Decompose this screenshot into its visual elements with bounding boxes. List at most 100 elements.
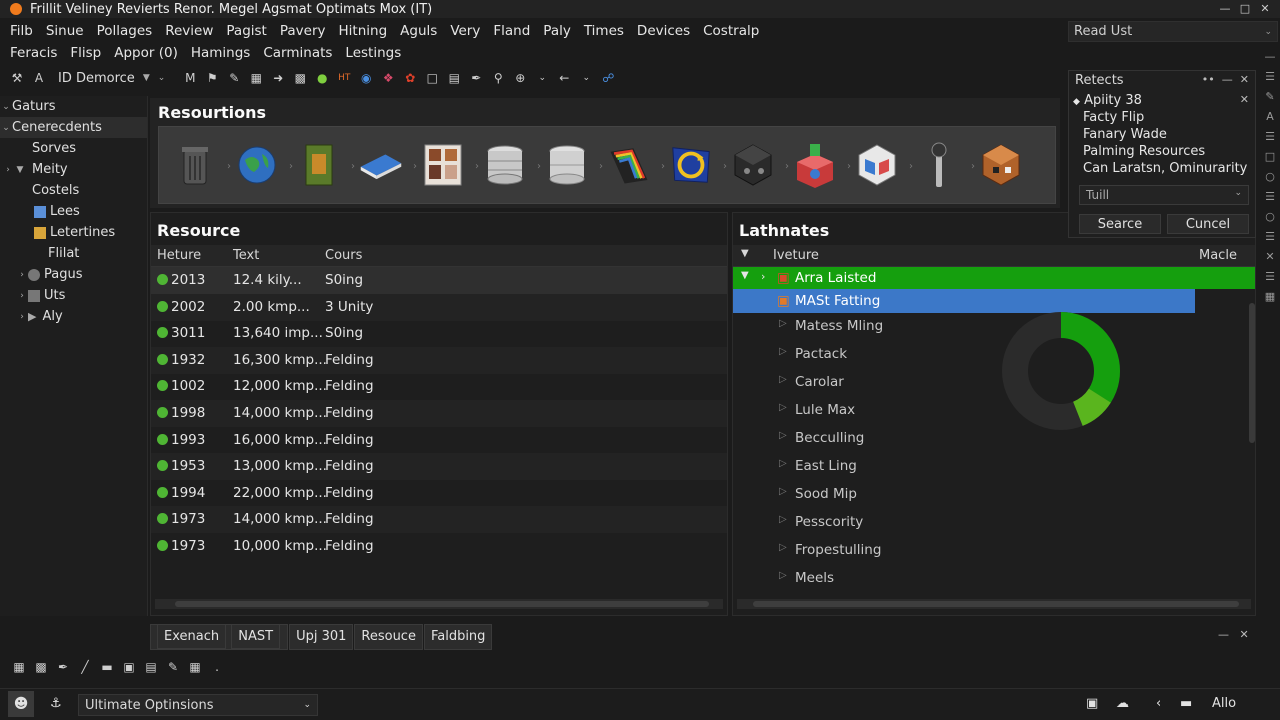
table-row[interactable]: 1932 16,300 kmp... Felding [151,346,727,374]
badge-icon[interactable]: HT [335,69,353,87]
menu-item[interactable]: Feracis [10,45,57,61]
list-icon[interactable]: ☰ [1265,126,1275,146]
tab-exenach[interactable]: Exenach NAST [150,624,289,650]
sidebar-item-letertines[interactable]: Letertines [0,222,147,243]
sidebar-item-meity[interactable]: › ▼ Meity [0,159,147,180]
menu-item[interactable]: Lestings [345,45,401,61]
rectangle-icon[interactable]: ▬ [98,658,116,676]
leaf-icon[interactable]: ✿ [401,69,419,87]
table-icon[interactable]: ▦ [186,658,204,676]
crate-resource-icon[interactable] [979,141,1023,189]
sidebar-item-pagus[interactable]: › Pagus [0,264,147,285]
grid-icon[interactable]: ▦ [247,69,265,87]
chevron-right-icon[interactable]: › [16,312,28,322]
minimize-icon[interactable]: — [1222,73,1233,86]
tree-row[interactable]: ▷ Meels [733,565,1255,592]
status-right-label[interactable]: Allo [1212,696,1236,711]
tree-row[interactable]: ▼ › ▣ Arra Laisted [733,267,1255,289]
menu-item[interactable]: Pavery [280,23,326,39]
table-row[interactable]: 1973 14,000 kmp... Felding [151,506,727,534]
share-icon[interactable]: ‹ [1156,696,1161,711]
search-icon[interactable]: ⚲ [489,69,507,87]
sidebar-item-costels[interactable]: Costels [0,180,147,201]
column-header-cours[interactable]: Cours [325,248,362,263]
cancel-button[interactable]: Cuncel [1167,214,1249,234]
zoom-icon[interactable]: ⊕ [511,69,529,87]
photo-grid-resource-icon[interactable]: › [421,141,479,189]
options-select[interactable]: Ultimate Optinsions ⌄ [78,694,318,716]
minimize-icon[interactable]: — [1216,0,1234,16]
lock-icon[interactable]: ▤ [142,658,160,676]
menu-item[interactable]: Hamings [191,45,250,61]
menu-item[interactable]: Pollages [97,23,153,39]
colorful-box-resource-icon[interactable]: › [793,141,851,189]
table-row[interactable]: 1002 12,000 kmp... Felding [151,373,727,400]
line-icon[interactable]: ╱ [76,658,94,676]
cloud-icon[interactable]: ☁ [1116,696,1129,711]
dialog-item[interactable]: Can Laratsn, Ominurarity [1083,161,1247,176]
minimize-icon[interactable]: — [1218,628,1229,641]
menu-item[interactable]: Pagist [226,23,266,39]
stop-icon[interactable]: □ [1265,146,1275,166]
grid-icon[interactable]: ▦ [1265,286,1275,306]
scrollbar-thumb[interactable] [753,601,1239,607]
maximize-icon[interactable]: □ [1236,0,1254,16]
book-resource-icon[interactable]: › [297,141,355,189]
table-row[interactable]: 1993 16,000 kmp... Felding [151,427,727,454]
table-row[interactable]: 1953 13,000 kmp... Felding [151,453,727,481]
database-resource-icon[interactable]: › [545,141,603,189]
globe-icon[interactable]: ◉ [357,69,375,87]
tab-upj-301[interactable]: Upj 301 [289,624,354,650]
page-icon[interactable]: ▤ [445,69,463,87]
menu-item[interactable]: Costralp [703,23,759,39]
menu-item[interactable]: Filb [10,23,33,39]
close-icon[interactable]: ✕ [1256,0,1274,16]
rainbow-resource-icon[interactable]: › [607,141,665,189]
chevron-right-icon[interactable]: › [16,291,28,301]
menu-item[interactable]: Times [584,23,624,39]
column-header-text[interactable]: Text [233,248,259,263]
sidebar-item-sorves[interactable]: Sorves [0,138,147,159]
edit-icon[interactable]: ✎ [225,69,243,87]
back-arrow-icon[interactable]: ← [555,69,573,87]
circle-icon[interactable]: ○ [1265,166,1275,186]
dot-icon[interactable]: . [208,658,226,676]
horizontal-scrollbar[interactable] [737,599,1251,609]
menu-item[interactable]: Paly [543,23,571,39]
sidebar-item-aly[interactable]: › ▶ Aly [0,306,147,327]
search-button[interactable]: Searce [1079,214,1161,234]
column-header-iveture[interactable]: Iveture [773,248,819,263]
pin-icon[interactable]: ⚓ [50,696,62,711]
close-icon[interactable]: ✕ [1265,246,1274,266]
collapse-caret-icon[interactable]: ▼ [741,270,749,281]
list-icon[interactable]: ☰ [1265,266,1275,286]
column-header-macle[interactable]: Macle [1199,248,1237,263]
menu-item[interactable]: Fland [493,23,530,39]
close-icon[interactable]: ✕ [1240,73,1249,86]
pen-icon[interactable]: ✒ [54,658,72,676]
chevron-right-icon[interactable]: › [2,165,14,175]
menu-item[interactable]: Very [450,23,480,39]
sync-badge-resource-icon[interactable]: › [669,141,727,189]
close-icon[interactable]: ✕ [1240,93,1249,106]
minus-icon[interactable]: — [1265,46,1276,66]
chevron-down-icon[interactable]: ⌄ [577,69,595,87]
dialog-select[interactable]: Tuill ⌄ [1079,185,1249,205]
sidebar-item-flilat[interactable]: Flilat [0,243,147,264]
table-row[interactable]: 1973 10,000 kmp... Felding [151,533,727,560]
horizontal-scrollbar[interactable] [155,599,723,609]
scrollbar-thumb[interactable] [175,601,709,607]
menu-item[interactable]: Carminats [263,45,332,61]
gem-cube-resource-icon[interactable]: › [855,141,913,189]
grid-icon[interactable]: ▦ [10,658,28,676]
trash-can-resource-icon[interactable]: › [173,141,231,189]
dialog-item[interactable]: ◆ Apiity 38 [1073,93,1142,108]
table-row[interactable]: 2002 2.00 kmp... 3 Unity [151,293,727,321]
green-blob-icon[interactable]: ● [313,69,331,87]
tree-row[interactable]: ▷ Sood Mip [733,481,1255,508]
flag-icon[interactable]: ⚑ [203,69,221,87]
pen-icon[interactable]: ✒ [467,69,485,87]
text-icon[interactable]: A [30,69,48,87]
dark-cube-resource-icon[interactable]: › [731,141,789,189]
more-icon[interactable]: •• [1202,73,1215,86]
